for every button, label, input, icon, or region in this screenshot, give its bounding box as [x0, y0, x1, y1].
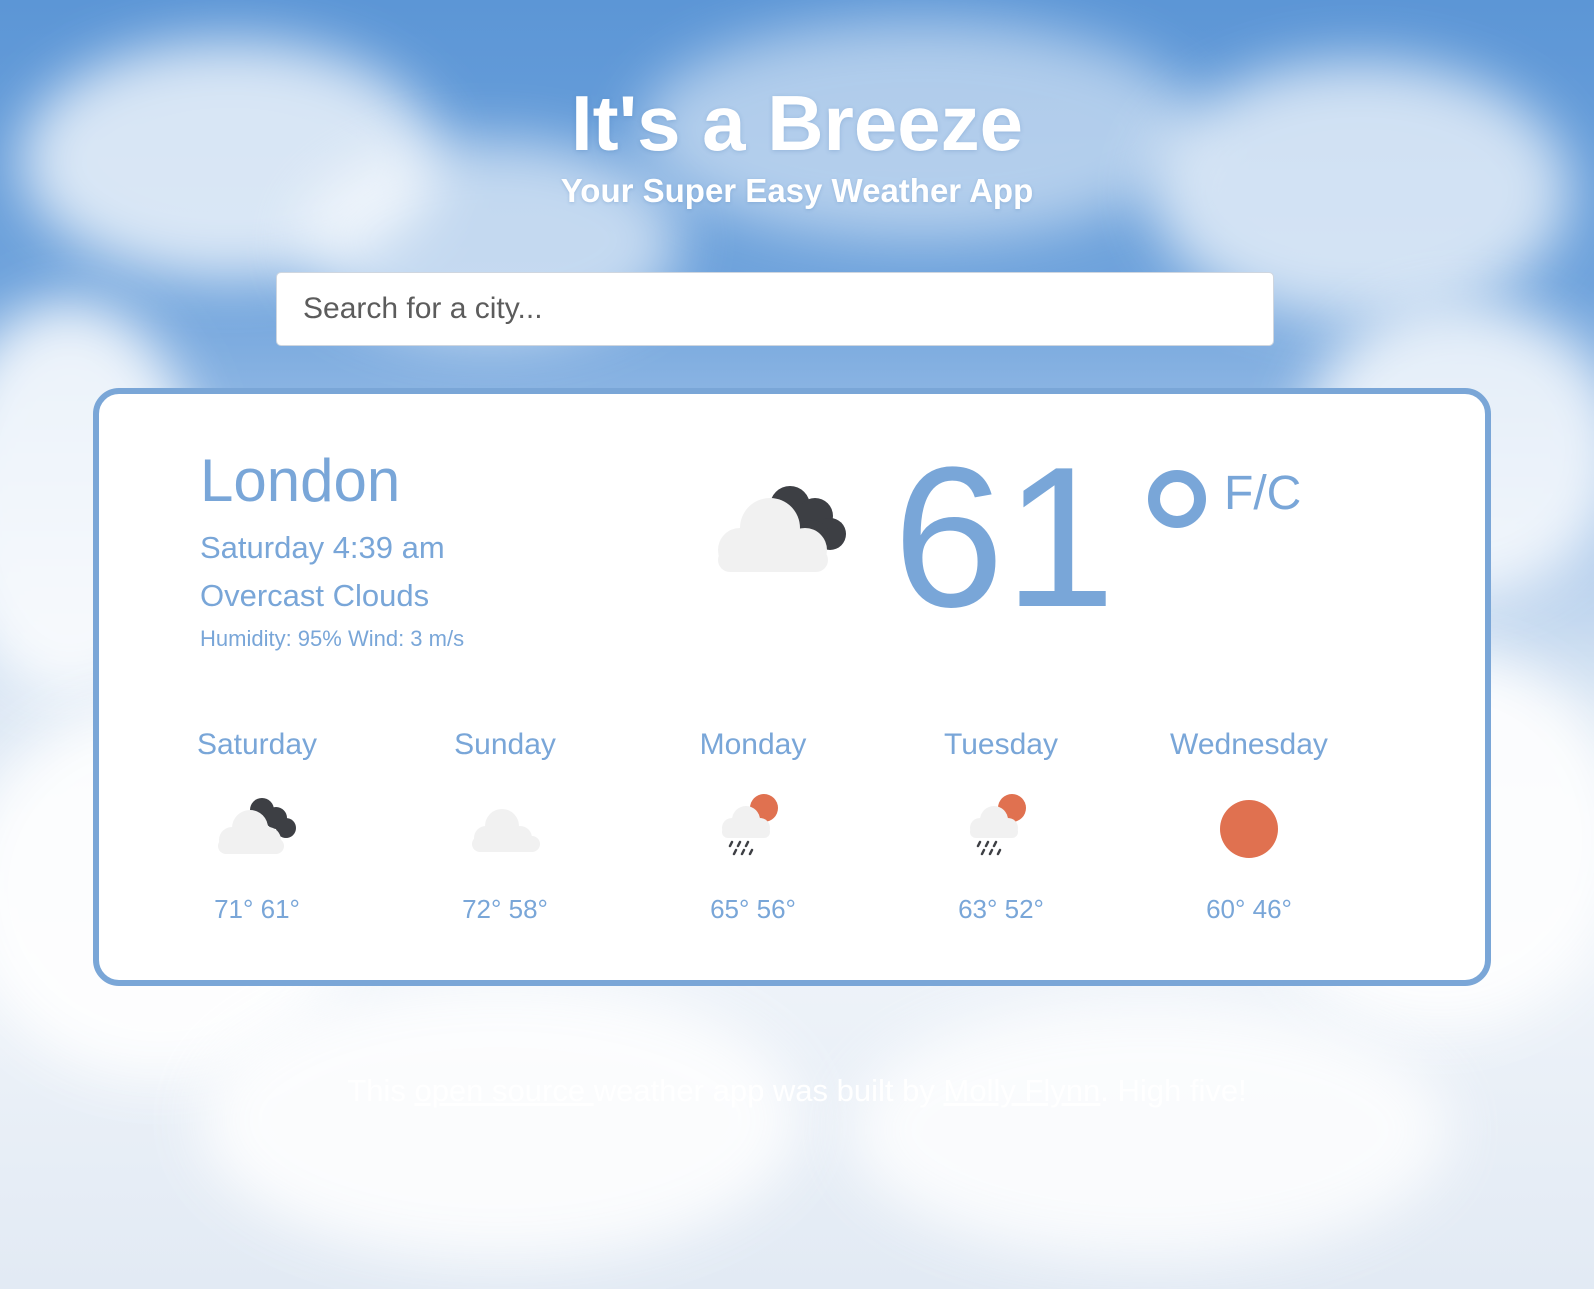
overcast-clouds-icon	[718, 486, 846, 572]
footer-text: weather app was built by	[593, 1073, 944, 1108]
current-temperature: 61	[893, 426, 1116, 649]
author-link[interactable]: Molly Flynn	[944, 1073, 1101, 1108]
overcast-clouds-icon	[218, 798, 296, 854]
forecast-temps: 65° 56°	[710, 894, 796, 924]
forecast-temps: 72° 58°	[462, 894, 548, 924]
forecast-day: Monday 65° 56°	[653, 728, 853, 928]
forecast-day: Saturday 71° 61°	[157, 728, 357, 928]
sun-icon	[1220, 800, 1278, 858]
forecast-day-name: Wednesday	[1170, 728, 1328, 761]
forecast-day-name: Tuesday	[944, 728, 1058, 761]
current-datetime: Saturday 4:39 am	[200, 530, 445, 565]
forecast-day-name: Monday	[699, 728, 807, 761]
cloud-icon	[472, 809, 540, 852]
degree-icon	[1148, 470, 1206, 528]
weather-description: Overcast Clouds	[200, 578, 430, 613]
forecast-day-name: Saturday	[196, 728, 318, 761]
forecast-day: Sunday 72° 58°	[405, 728, 605, 928]
forecast-temps: 60° 46°	[1206, 894, 1292, 924]
app-subtitle: Your Super Easy Weather App	[560, 172, 1034, 209]
app-title: It's a Breeze	[570, 79, 1024, 167]
footer: This open source weather app was built b…	[0, 1073, 1594, 1109]
search-input[interactable]	[276, 272, 1274, 346]
forecast-day: Wednesday 60° 46°	[1149, 728, 1349, 928]
forecast-temps: 63° 52°	[958, 894, 1044, 924]
forecast-day: Tuesday 63° 52°	[901, 728, 1101, 928]
forecast-day-name: Sunday	[454, 728, 556, 761]
weather-details: Humidity: 95% Wind: 3 m/s	[200, 626, 465, 651]
sun-rain-cloud-icon	[970, 794, 1026, 856]
footer-text: This	[347, 1073, 415, 1108]
forecast-temps: 71° 61°	[214, 894, 300, 924]
footer-text: . High five!	[1100, 1073, 1247, 1108]
open-source-link[interactable]: open source	[414, 1073, 593, 1108]
city-name: London	[200, 447, 401, 514]
unit-toggle[interactable]: F/C	[1224, 466, 1301, 521]
sun-rain-cloud-icon	[722, 794, 778, 856]
